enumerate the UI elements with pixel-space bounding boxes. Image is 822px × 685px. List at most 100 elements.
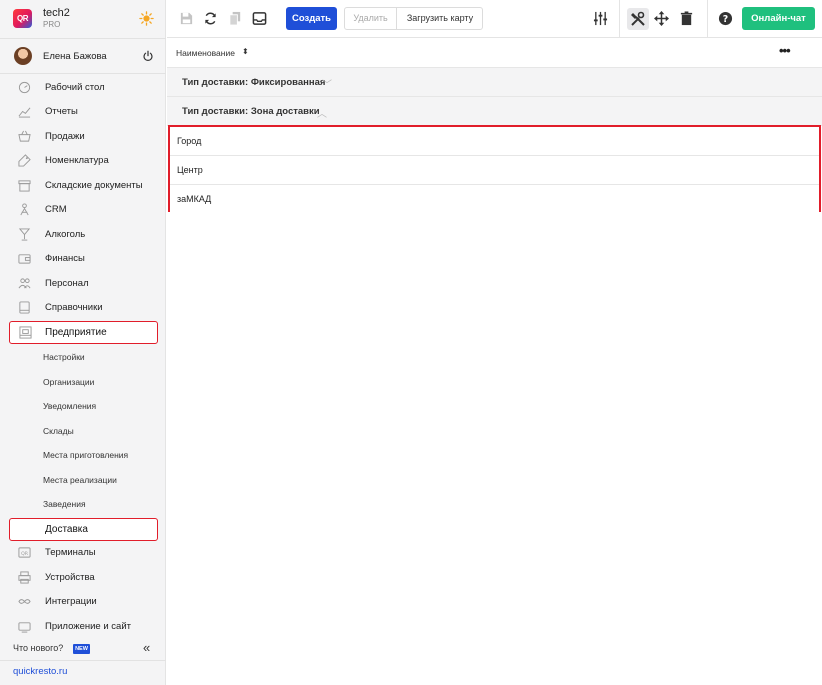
row-name: заМКАД	[177, 194, 212, 204]
tools-icon	[631, 11, 645, 26]
sidebar-item-reports[interactable]: Отчеты	[0, 101, 166, 123]
warehouse-box-icon	[18, 180, 31, 192]
sidebar-subitem-label: Организации	[43, 377, 95, 387]
sidebar-item-label: CRM	[45, 204, 67, 215]
sidebar-subitem-organizations[interactable]: Организации	[0, 372, 166, 392]
group-row-zone[interactable]: Тип доставки: Зона доставки ︿	[167, 97, 822, 126]
sidebar-item-label: Справочники	[45, 302, 103, 313]
power-icon[interactable]	[142, 50, 154, 62]
sidebar-divider	[0, 38, 166, 39]
toolbar-divider	[619, 0, 620, 38]
row-name: Центр	[177, 165, 203, 175]
brand[interactable]: QR tech2 PRO	[0, 0, 166, 38]
tag-icon	[18, 154, 31, 167]
sidebar-subitem-label: Склады	[43, 426, 74, 436]
trash-icon[interactable]	[679, 11, 694, 26]
sidebar-divider	[0, 73, 166, 74]
glass-icon	[18, 228, 31, 241]
new-badge: NEW	[73, 644, 90, 654]
tools-toggle[interactable]	[627, 8, 649, 30]
more-options-icon[interactable]: •••	[779, 43, 791, 58]
sidebar-item-nomenclature[interactable]: Номенклатура	[0, 150, 166, 172]
delete-button[interactable]: Удалить	[345, 8, 397, 29]
user-profile[interactable]: Елена Бажова	[0, 43, 166, 69]
sidebar-item-crm[interactable]: CRM	[0, 199, 166, 221]
whats-new-link[interactable]: Что нового?	[13, 643, 63, 653]
sidebar-subitem-delivery[interactable]: Доставка	[9, 518, 158, 541]
people-icon	[18, 278, 31, 289]
sidebar-item-label: Отчеты	[45, 106, 78, 117]
book-icon	[19, 301, 30, 314]
help-icon[interactable]: ?	[718, 11, 733, 26]
sidebar-item-enterprise[interactable]: Предприятие	[9, 321, 158, 344]
reports-icon	[18, 107, 31, 118]
sidebar-item-warehouse-docs[interactable]: Складские документы	[0, 175, 166, 197]
sidebar-subitem-sales-places[interactable]: Места реализации	[0, 470, 166, 490]
sidebar-item-dashboard[interactable]: Рабочий стол	[0, 77, 166, 99]
toolbar: Создать Удалить Загрузить карту ? Онлайн…	[167, 0, 822, 38]
sidebar-subitem-label: Доставка	[45, 524, 88, 535]
sidebar-subitem-warehouses[interactable]: Склады	[0, 421, 166, 441]
sidebar-item-devices[interactable]: Устройства	[0, 567, 166, 589]
infinity-icon	[18, 599, 31, 604]
sidebar-item-staff[interactable]: Персонал	[0, 273, 166, 295]
delivery-zone-list: Город Центр заМКАД	[168, 125, 821, 214]
sidebar-subitem-label: Настройки	[43, 352, 85, 362]
site-link[interactable]: quickresto.ru	[13, 666, 67, 677]
theme-sun-icon[interactable]	[139, 11, 154, 26]
table-row[interactable]: Центр	[170, 156, 819, 185]
sidebar-subitem-settings[interactable]: Настройки	[0, 347, 166, 367]
building-icon	[19, 326, 32, 339]
save-icon[interactable]	[179, 11, 194, 26]
sidebar-subitem-label: Уведомления	[43, 401, 97, 411]
sidebar-subitem-label: Места реализации	[43, 475, 117, 485]
sort-icon[interactable]: ⬍	[242, 47, 249, 56]
sidebar-item-label: Интеграции	[45, 596, 97, 607]
chevron-up-icon[interactable]: ︿	[317, 105, 327, 120]
sidebar-item-references[interactable]: Справочники	[0, 297, 166, 319]
move-icon[interactable]	[654, 11, 669, 26]
crm-icon	[20, 203, 29, 216]
sidebar-item-label: Предприятие	[45, 327, 107, 338]
app-icon	[18, 622, 31, 633]
load-map-button[interactable]: Загрузить карту	[397, 8, 483, 29]
sidebar-item-sales[interactable]: Продажи	[0, 126, 166, 148]
inbox-icon[interactable]	[252, 11, 267, 26]
svg-text:QR: QR	[21, 551, 29, 557]
column-header-name[interactable]: Наименование	[176, 48, 235, 58]
sidebar-item-finance[interactable]: Финансы	[0, 248, 166, 270]
terminal-icon: QR	[18, 547, 31, 558]
svg-text:?: ?	[723, 14, 728, 25]
online-chat-button[interactable]: Онлайн-чат	[742, 7, 815, 30]
sidebar-item-terminals[interactable]: QR Терминалы	[0, 542, 166, 564]
sidebar-subitem-label: Места приготовления	[43, 450, 129, 460]
user-name: Елена Бажова	[43, 51, 107, 62]
create-button[interactable]: Создать	[286, 7, 337, 30]
app-root: QR tech2 PRO Елена Бажова Рабочий стол О…	[0, 0, 822, 685]
chevron-down-icon[interactable]: ﹀	[322, 76, 332, 91]
main-content: Наименование ⬍ ••• Тип доставки: Фиксиро…	[167, 39, 822, 685]
sidebar-subitem-venues[interactable]: Заведения	[0, 494, 166, 514]
sidebar-item-label: Финансы	[45, 253, 85, 264]
sidebar-subitem-notifications[interactable]: Уведомления	[0, 396, 166, 416]
sidebar-item-app-and-site[interactable]: Приложение и сайт	[0, 616, 166, 638]
sidebar-item-alcohol[interactable]: Алкоголь	[0, 224, 166, 246]
table-row[interactable]: заМКАД	[170, 185, 819, 214]
row-name: Город	[177, 136, 202, 146]
sidebar-divider	[0, 660, 166, 661]
avatar[interactable]	[14, 47, 32, 65]
basket-icon	[18, 130, 31, 142]
sidebar-item-label: Устройства	[45, 572, 95, 583]
filter-sliders-icon[interactable]	[593, 11, 608, 26]
group-row-fixed[interactable]: Тип доставки: Фиксированная ﹀	[167, 68, 822, 97]
action-button-group: Удалить Загрузить карту	[344, 7, 483, 30]
copy-icon[interactable]	[228, 11, 243, 26]
printer-icon	[18, 571, 31, 584]
refresh-icon[interactable]	[203, 11, 218, 26]
sidebar-subitem-cooking-places[interactable]: Места приготовления	[0, 445, 166, 465]
brand-logo: QR	[13, 9, 32, 28]
collapse-sidebar-icon[interactable]: «	[143, 640, 150, 655]
sidebar-item-label: Приложение и сайт	[45, 621, 131, 632]
sidebar-item-integrations[interactable]: Интеграции	[0, 591, 166, 613]
table-row[interactable]: Город	[170, 127, 819, 156]
